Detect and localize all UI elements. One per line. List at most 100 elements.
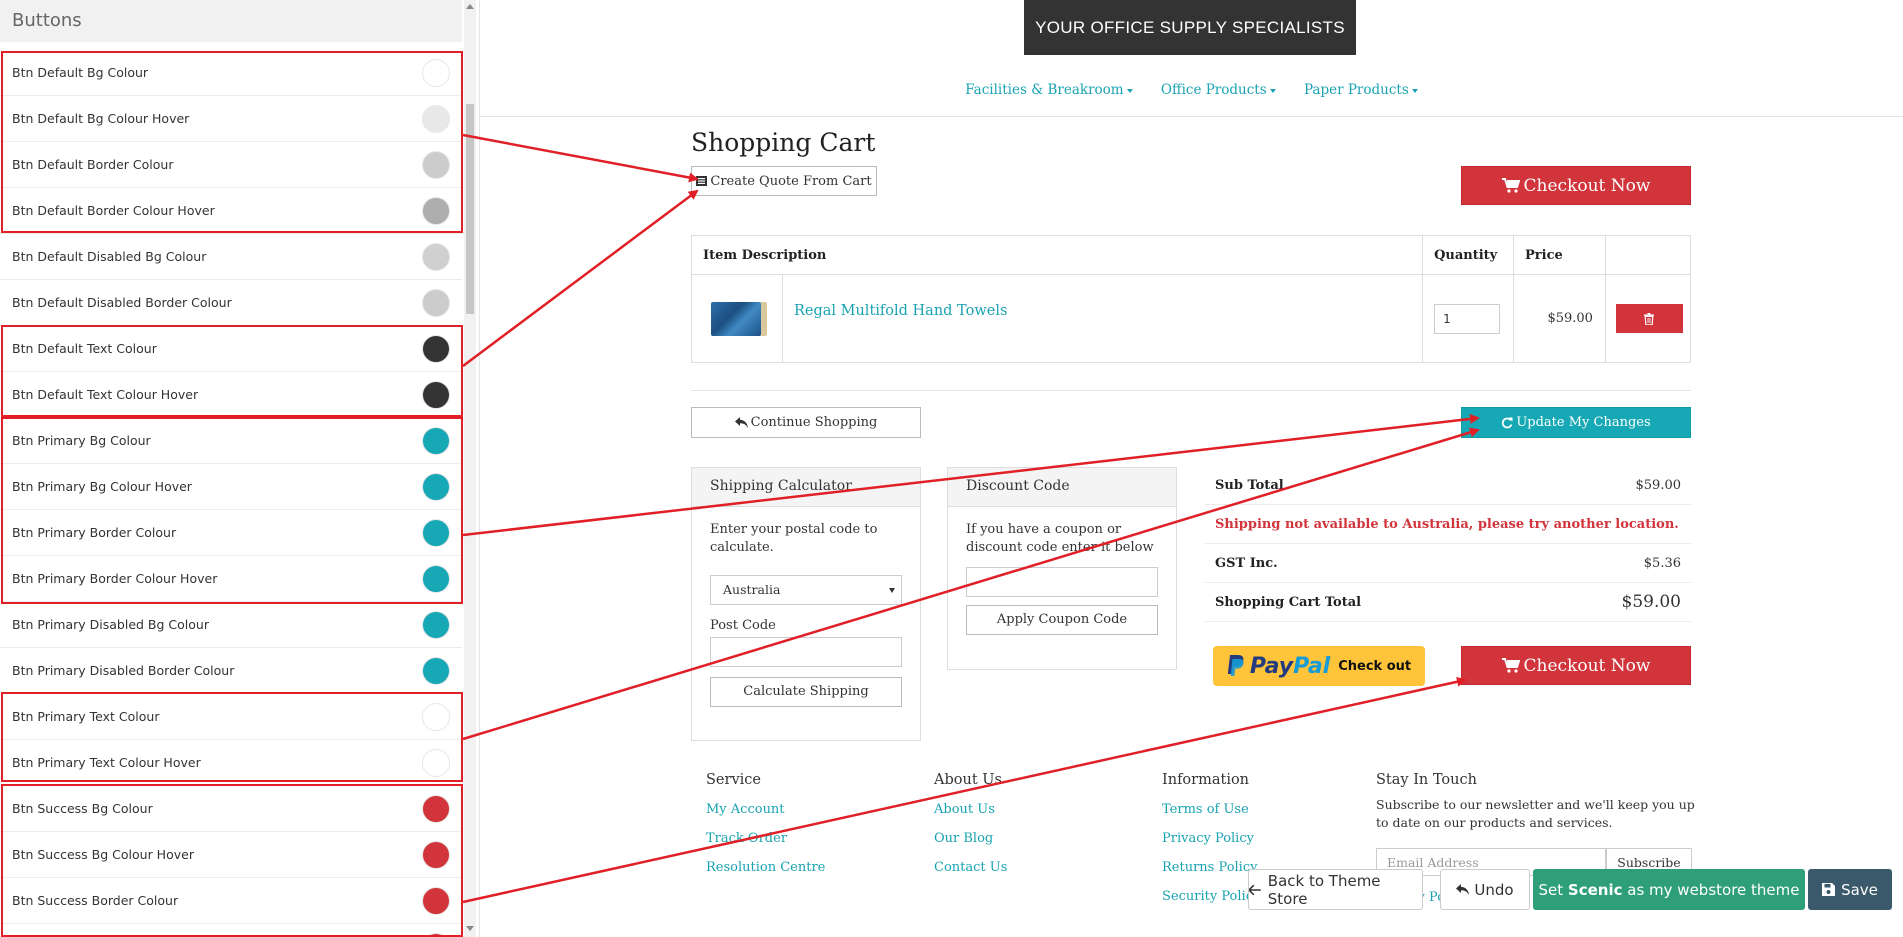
setting-label: Btn Primary Disabled Bg Colour bbox=[12, 617, 209, 632]
column-header-actions bbox=[1604, 235, 1692, 275]
table-header-row: Item Description Quantity Price bbox=[690, 235, 1692, 275]
undo-button[interactable]: Undo bbox=[1440, 869, 1530, 910]
nav-facilities[interactable]: Facilities & Breakroom bbox=[965, 82, 1133, 98]
discount-description: If you have a coupon or discount code en… bbox=[966, 522, 1154, 555]
footer-heading: Service bbox=[706, 772, 761, 788]
shopping-cart-icon bbox=[1501, 658, 1520, 673]
update-changes-button[interactable]: Update My Changes bbox=[1461, 407, 1691, 438]
checkout-now-button[interactable]: Checkout Now bbox=[1461, 166, 1691, 205]
undo-label: Undo bbox=[1474, 880, 1514, 899]
update-changes-label: Update My Changes bbox=[1516, 415, 1651, 430]
setting-label: Btn Default Disabled Bg Colour bbox=[12, 249, 207, 264]
discount-code-body: If you have a coupon or discount code en… bbox=[948, 507, 1176, 649]
quantity-input[interactable]: 1 bbox=[1434, 303, 1501, 334]
shopping-cart-icon bbox=[1501, 178, 1520, 193]
list-icon bbox=[696, 176, 708, 186]
checkout-now-button-bottom[interactable]: Checkout Now bbox=[1461, 646, 1691, 685]
cart-table: Item Description Quantity Price Regal Mu… bbox=[690, 235, 1692, 363]
subtotal-label: Sub Total bbox=[1215, 477, 1284, 493]
footer-link-our-blog[interactable]: Our Blog bbox=[934, 831, 1007, 846]
total-row: Shopping Cart Total $59.00 bbox=[1205, 583, 1691, 622]
footer-link-returns[interactable]: Returns Policy bbox=[1162, 860, 1260, 875]
footer-link-resolution-centre[interactable]: Resolution Centre bbox=[706, 860, 825, 875]
highlight-primary-bg-border bbox=[1, 417, 463, 604]
discount-code-box: Discount Code If you have a coupon or di… bbox=[947, 467, 1177, 670]
paypal-logo-icon bbox=[1227, 655, 1244, 676]
nav-office-products[interactable]: Office Products bbox=[1161, 82, 1276, 98]
scroll-up-arrow-icon[interactable] bbox=[466, 4, 474, 9]
page-title: Shopping Cart bbox=[691, 128, 876, 157]
column-header-price: Price bbox=[1513, 235, 1606, 275]
total-label: Shopping Cart Total bbox=[1215, 594, 1362, 610]
price-cell: $59.00 bbox=[1513, 274, 1606, 363]
panel-scroll-thumb[interactable] bbox=[466, 104, 474, 314]
product-image[interactable] bbox=[711, 301, 761, 336]
setting-row: Btn Default Disabled Border Colour bbox=[0, 280, 462, 326]
footer-link-contact-us[interactable]: Contact Us bbox=[934, 860, 1007, 875]
shipping-calculator-body: Enter your postal code to calculate. Aus… bbox=[692, 507, 920, 721]
paypal-brand-pal: Pal bbox=[1293, 653, 1331, 679]
gst-label: GST Inc. bbox=[1215, 555, 1278, 571]
caret-down-icon bbox=[1269, 88, 1276, 93]
shipping-description: Enter your postal code to calculate. bbox=[710, 522, 878, 555]
footer-link-terms[interactable]: Terms of Use bbox=[1162, 802, 1260, 817]
set-theme-button[interactable]: Set Scenic as my webstore theme bbox=[1533, 869, 1805, 910]
footer-link-track-order[interactable]: Track Order bbox=[706, 831, 825, 846]
footer-link-my-account[interactable]: My Account bbox=[706, 802, 825, 817]
coupon-input[interactable] bbox=[966, 567, 1158, 597]
subtotal-value: $59.00 bbox=[1635, 477, 1682, 493]
highlight-default-text bbox=[1, 325, 463, 417]
paypal-checkout-label: Check out bbox=[1338, 658, 1412, 674]
paypal-checkout-button[interactable]: Pay Pal Check out bbox=[1213, 646, 1425, 686]
continue-shopping-label: Continue Shopping bbox=[750, 415, 878, 430]
scroll-down-arrow-icon[interactable] bbox=[466, 926, 474, 931]
product-thumb-cell bbox=[691, 274, 783, 363]
set-theme-suffix: as my webstore theme bbox=[1622, 880, 1800, 899]
color-swatch[interactable] bbox=[422, 242, 450, 271]
product-link[interactable]: Regal Multifold Hand Towels bbox=[783, 303, 1007, 319]
reply-icon bbox=[734, 417, 748, 428]
save-label: Save bbox=[1841, 880, 1878, 899]
product-name-cell: Regal Multifold Hand Towels bbox=[781, 274, 1424, 363]
apply-coupon-button[interactable]: Apply Coupon Code bbox=[966, 605, 1158, 635]
save-button[interactable]: Save bbox=[1808, 869, 1892, 910]
setting-row: Btn Primary Disabled Bg Colour bbox=[0, 602, 462, 648]
postcode-input[interactable] bbox=[710, 637, 902, 667]
column-header-quantity: Quantity bbox=[1422, 235, 1515, 275]
checkout-label: Checkout Now bbox=[1523, 655, 1651, 676]
nav-divider bbox=[480, 116, 1903, 117]
undo-icon bbox=[1456, 884, 1470, 895]
footer-link-privacy[interactable]: Privacy Policy bbox=[1162, 831, 1260, 846]
trash-icon bbox=[1644, 312, 1655, 325]
store-preview: YOUR OFFICE SUPPLY SPECIALISTS Facilitie… bbox=[480, 0, 1903, 937]
create-quote-button[interactable]: Create Quote From Cart bbox=[691, 166, 877, 196]
footer-link-about-us[interactable]: About Us bbox=[934, 802, 1007, 817]
calculate-shipping-button[interactable]: Calculate Shipping bbox=[710, 677, 902, 707]
footer-link-security[interactable]: Security Policy bbox=[1162, 889, 1260, 904]
back-to-theme-store-button[interactable]: Back to Theme Store bbox=[1248, 869, 1423, 910]
nav-label: Office Products bbox=[1160, 82, 1267, 98]
postcode-label: Post Code bbox=[710, 618, 776, 633]
table-row: Regal Multifold Hand Towels 1 $59.00 bbox=[691, 274, 1692, 363]
nav-label: Paper Products bbox=[1303, 82, 1409, 98]
setting-row: Btn Default Disabled Bg Colour bbox=[0, 234, 462, 280]
color-swatch[interactable] bbox=[422, 656, 450, 685]
floppy-disk-icon bbox=[1822, 883, 1836, 896]
remove-item-button[interactable] bbox=[1615, 304, 1683, 333]
newsletter-description: Subscribe to our newsletter and we'll ke… bbox=[1376, 797, 1695, 830]
total-value: $59.00 bbox=[1621, 592, 1681, 612]
column-header-description: Item Description bbox=[690, 235, 1424, 275]
panel-scrollbar[interactable] bbox=[464, 0, 476, 937]
color-swatch[interactable] bbox=[422, 610, 450, 639]
setting-row: Btn Primary Disabled Border Colour bbox=[0, 648, 462, 694]
color-swatch[interactable] bbox=[422, 288, 450, 317]
remove-cell bbox=[1604, 274, 1692, 363]
country-select[interactable]: Australia bbox=[710, 575, 902, 605]
nav-paper-products[interactable]: Paper Products bbox=[1304, 82, 1418, 98]
highlight-primary-text bbox=[1, 692, 463, 782]
cart-totals: Sub Total $59.00 Shipping not available t… bbox=[1205, 466, 1691, 622]
continue-shopping-button[interactable]: Continue Shopping bbox=[691, 407, 921, 438]
section-title: Buttons bbox=[0, 0, 462, 42]
shipping-warning: Shipping not available to Australia, ple… bbox=[1205, 505, 1691, 544]
set-theme-prefix: Set bbox=[1538, 880, 1568, 899]
